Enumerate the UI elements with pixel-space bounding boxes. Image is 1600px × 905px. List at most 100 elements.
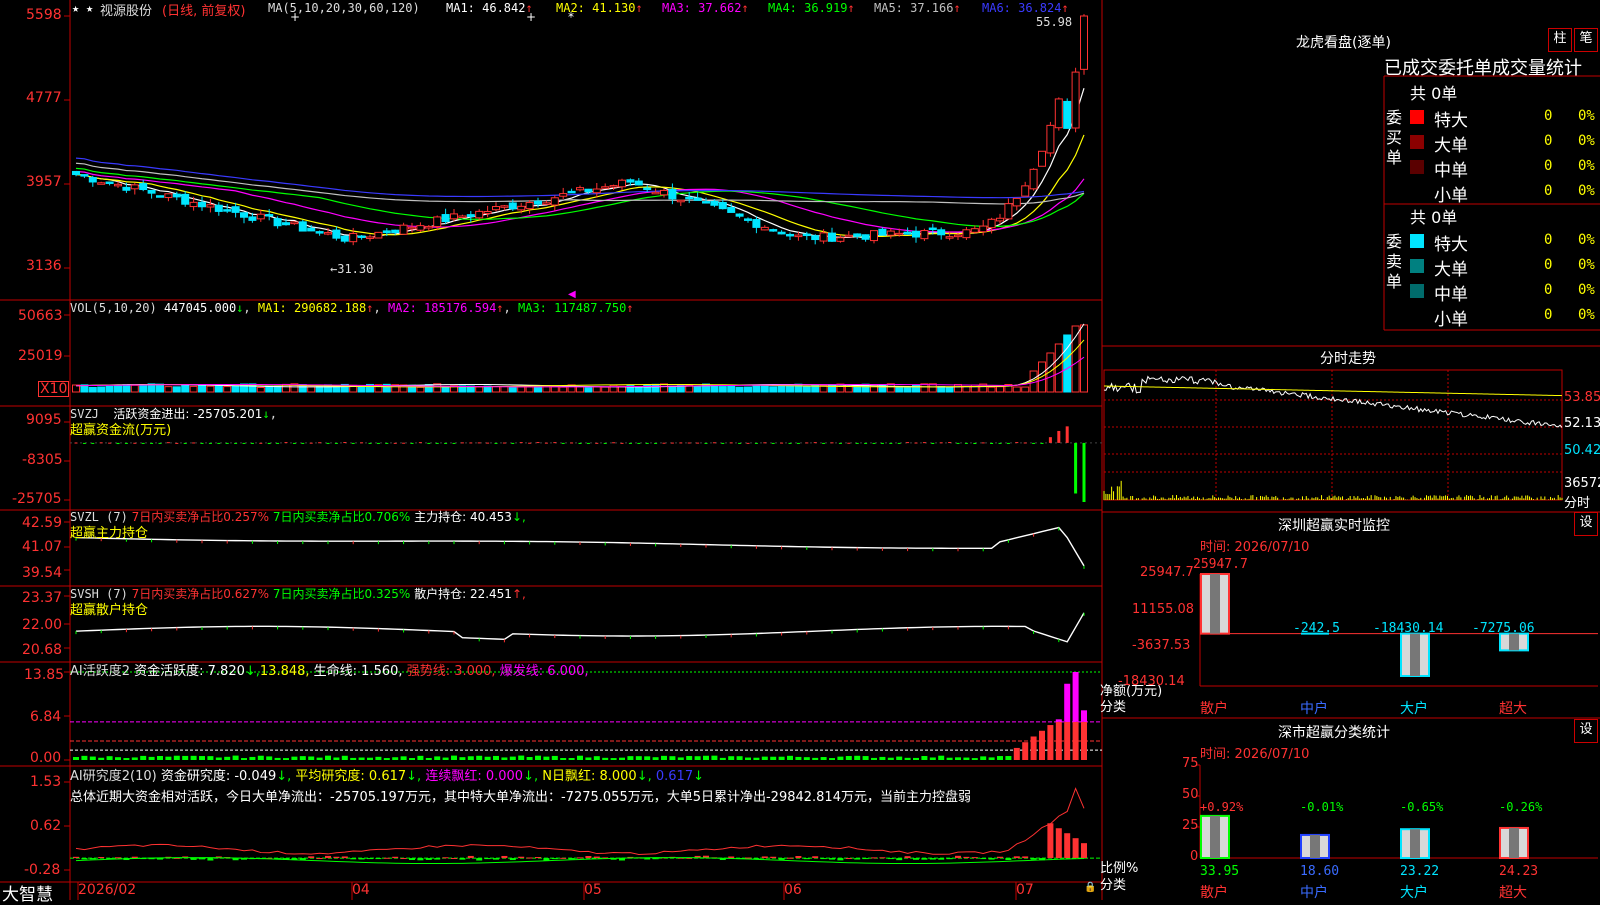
sz-bar-label: -7275.06 [1472,621,1535,636]
fl-settings-button[interactable]: 设 [1574,719,1598,743]
activity-bar [1047,725,1054,760]
lock-icon[interactable]: 🔒 [1084,882,1096,893]
volume-bar [416,386,425,393]
tick-mode-button[interactable]: 笔 [1574,28,1598,52]
volume-bar [357,385,366,393]
activity-bar [215,757,222,760]
activity-bar [115,757,121,760]
candle [996,217,1004,222]
candle [811,235,820,241]
activity-bar [106,756,113,760]
candle [483,211,492,214]
activity-bar [341,755,348,760]
flow-bar [628,442,632,444]
flow-bar [452,442,456,444]
research-bar [652,858,659,860]
activity-bar [333,757,340,760]
flow-bar [553,442,557,444]
vol-unit-button[interactable]: X10 [38,381,70,397]
volume-bar [576,386,584,393]
sz-bar-shade [1210,574,1220,634]
research-bar [1081,843,1087,859]
fl-bar-value: 33.95 [1200,864,1240,879]
sz-settings-button[interactable]: 设 [1574,512,1598,536]
candle [668,188,677,200]
svzl-tick: 39.54 [22,565,63,581]
research-bar [367,858,373,860]
candle [298,221,307,232]
volume-bar [651,383,660,393]
ma6-label: MA6: 36.824↑ [982,1,1069,15]
candle [500,205,509,208]
order-row-pct: 0% [1578,232,1595,248]
fl-bar-value: 18.60 [1300,864,1340,879]
activity-bar [1055,719,1062,722]
research-bar [988,858,995,860]
candle [1021,185,1030,197]
research-bar [921,858,928,860]
svsh-sub: 超赢散户持仓 [70,603,149,618]
intraday-tick: 52.13 [1564,416,1600,431]
activity-bar [652,757,659,760]
activity-bar [837,756,844,760]
research-bar [770,856,777,859]
sz-bar-shade [1509,633,1519,651]
fl-bar-shade [1509,827,1519,858]
candle [349,232,358,243]
research-bar [543,858,550,861]
research-bar [409,858,415,861]
activity-bar [367,757,373,760]
sz-tick: 11155.08 [1132,602,1195,617]
ai1-tick: 6.84 [30,709,62,725]
research-bar [896,858,903,861]
flow-bar [990,442,994,444]
sz-category: 大户 [1400,701,1428,717]
flow-bar [754,442,758,444]
research-bar [904,856,911,859]
legend-swatch [1410,284,1424,298]
activity-bar [501,757,508,760]
candle [979,225,988,233]
order-row-value: 0 [1544,158,1553,174]
flow-bar [620,442,624,444]
flow-bar [133,442,137,444]
flow-bar [746,442,750,444]
bar-mode-button[interactable]: 柱 [1548,28,1572,52]
candle [718,202,727,210]
research-bar [383,857,390,859]
fl-tick: 25 [1182,818,1199,833]
candle [273,218,282,227]
activity-bar [467,756,474,760]
flow-bar [284,442,288,444]
candle [685,196,694,200]
activity-bar [694,756,701,760]
flow-bar [981,442,985,444]
flow-bar [603,442,607,444]
fl-time: 时间: 2026/07/10 [1200,747,1310,762]
volume-bar [164,386,173,393]
candle [475,210,484,219]
activity-bar [879,756,886,760]
research-bar [316,858,323,860]
favorite-icon[interactable]: ★ [72,1,79,15]
research-bar [929,858,936,860]
fl-bar-change: -0.65% [1400,800,1444,814]
research-bar [980,858,987,860]
candle [584,188,593,193]
svsh-tick: 20.68 [22,642,63,658]
flow-bar [276,442,280,444]
flow-bar [763,442,767,444]
flow-bar [410,442,414,444]
volume-bar [508,386,517,393]
volume-bar [996,386,1004,393]
activity-bar [812,757,819,760]
vol-header: VOL(5,10,20) 447045.000↓, MA1: 290682.18… [70,301,634,315]
research-bar [1022,856,1029,859]
flow-bar [1040,442,1044,444]
flow-bar [502,442,506,444]
research-bar [1055,828,1062,859]
research-bar [526,857,533,859]
activity-bar [199,756,205,760]
candle [710,200,719,206]
flow-bar [175,442,179,444]
